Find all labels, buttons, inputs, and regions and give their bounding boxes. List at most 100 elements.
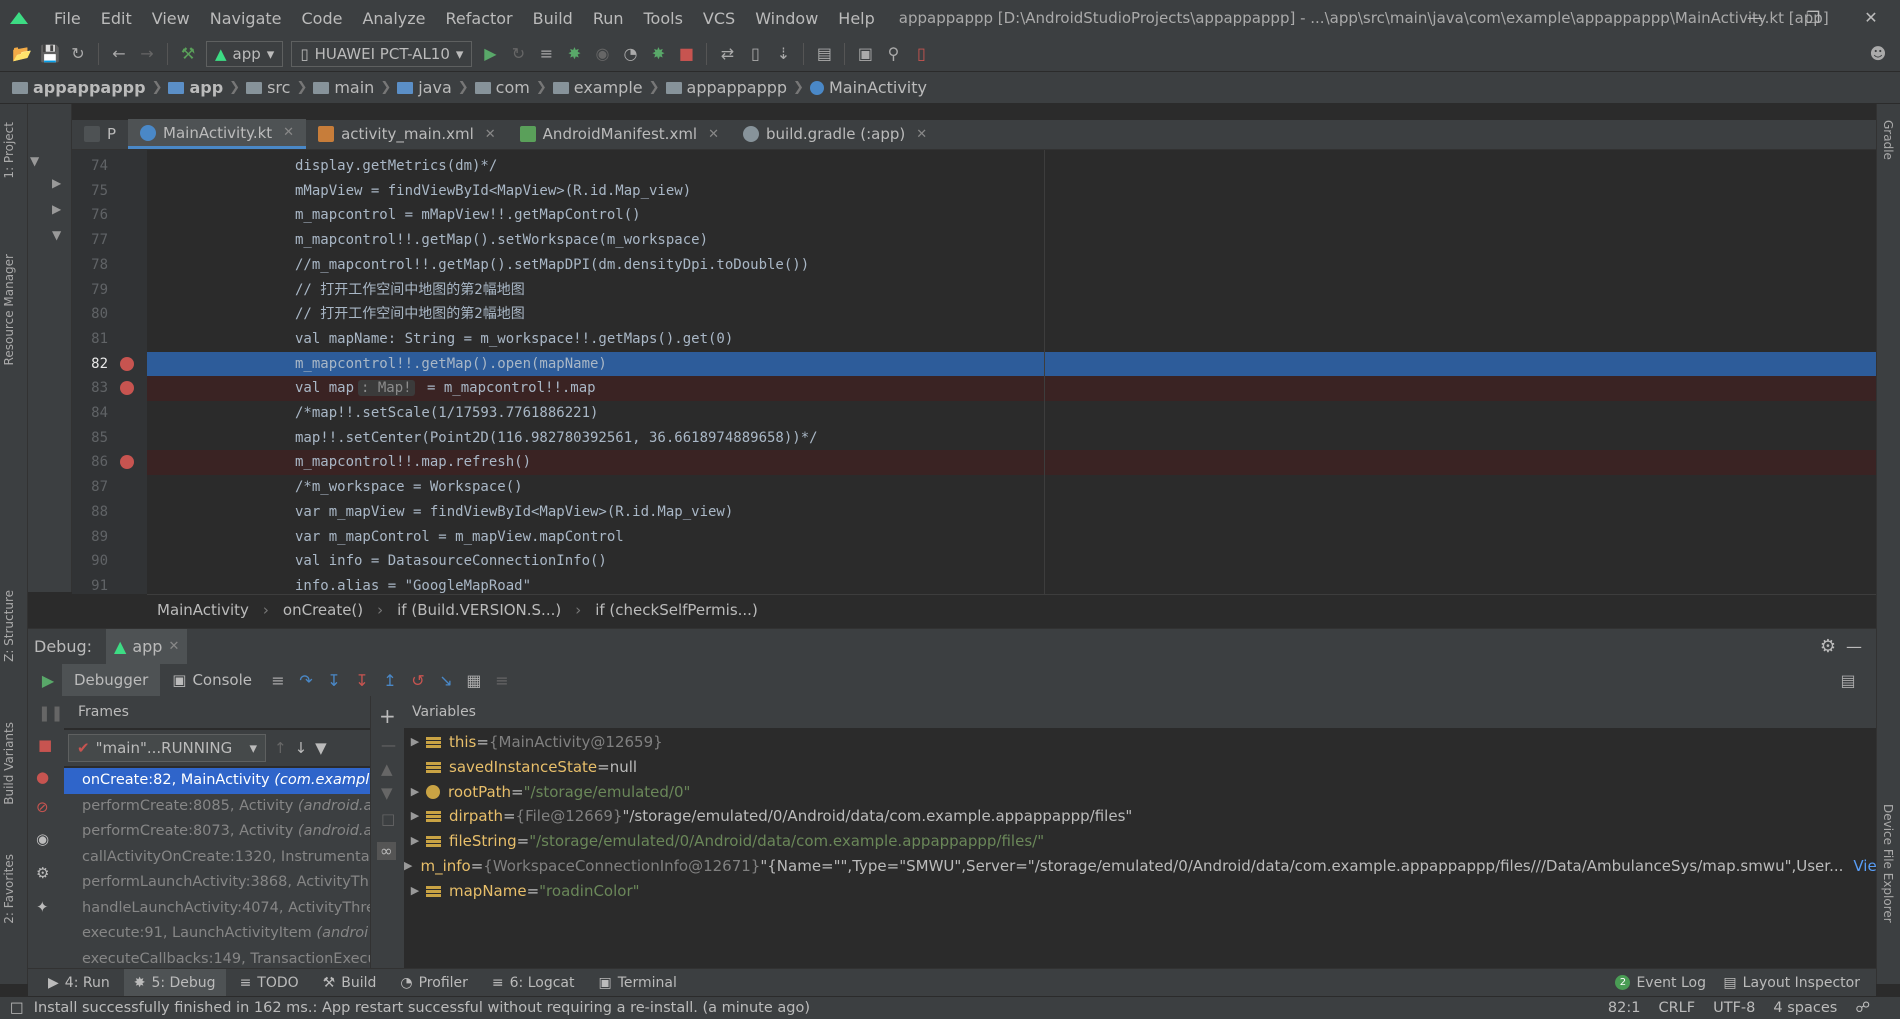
code-line[interactable]: display.getMetrics(dm)*/	[147, 154, 1876, 179]
forward-icon[interactable]: →	[133, 40, 161, 68]
edcrumb-class[interactable]: MainActivity	[157, 601, 249, 619]
mute-breakpoints-icon[interactable]: ⊘	[36, 798, 49, 816]
code-line[interactable]: m_mapcontrol!!.getMap().setWorkspace(m_w…	[147, 228, 1876, 253]
menu-navigate[interactable]: Navigate	[200, 9, 292, 28]
code-line[interactable]: map!!.setCenter(Point2D(116.982780392561…	[147, 426, 1876, 451]
code-line[interactable]: val mapName: String = m_workspace!!.getM…	[147, 327, 1876, 352]
view-link[interactable]: View	[1853, 854, 1876, 879]
code-line[interactable]: val map: Map! = m_mapcontrol!!.map	[147, 376, 1876, 401]
stack-frame[interactable]: onCreate:82, MainActivity (com.exampl	[64, 768, 370, 794]
coverage-icon[interactable]: ◉	[588, 40, 616, 68]
tab-mainactivity[interactable]: MainActivity.kt ✕	[128, 119, 307, 149]
edcrumb-if2[interactable]: if (checkSelfPermis...)	[595, 601, 758, 619]
line-number[interactable]: 82	[78, 356, 108, 372]
code-line[interactable]: /*m_workspace = Workspace()	[147, 475, 1876, 500]
variable-row[interactable]: ▶ mapName = "roadinColor"	[404, 879, 1876, 904]
tab-logcat[interactable]: ≡ 6: Logcat	[482, 969, 585, 997]
tab-terminal[interactable]: ▣ Terminal	[589, 969, 687, 997]
drop-frame-icon[interactable]: ↺	[404, 666, 432, 694]
menu-help[interactable]: Help	[828, 9, 884, 28]
back-icon[interactable]: ←	[105, 40, 133, 68]
menu-file[interactable]: File	[44, 9, 91, 28]
line-number[interactable]: 88	[78, 504, 108, 520]
stop-icon[interactable]: ■	[38, 736, 52, 754]
crumb-java[interactable]: java	[397, 78, 452, 97]
line-number[interactable]: 76	[78, 207, 108, 223]
tab-layout-inspector[interactable]: ▤ Layout Inspector	[1713, 969, 1870, 997]
code-line[interactable]: // 打开工作空间中地图的第2幅地图	[147, 278, 1876, 303]
code-line[interactable]: //m_mapcontrol!!.getMap().setMapDPI(dm.d…	[147, 253, 1876, 278]
file-encoding[interactable]: UTF-8	[1713, 1000, 1755, 1016]
code-line[interactable]: // 打开工作空间中地图的第2幅地图	[147, 302, 1876, 327]
minimize-icon[interactable]: —	[1726, 0, 1784, 36]
menu-run[interactable]: Run	[583, 9, 634, 28]
expand-arrow-icon[interactable]: ▶	[52, 202, 61, 216]
close-tab-icon[interactable]: ✕	[708, 127, 719, 142]
tab-project[interactable]: P	[72, 119, 128, 149]
trace-icon[interactable]: ≡	[488, 666, 516, 694]
variable-row[interactable]: ▶ rootPath = "/storage/emulated/0"	[404, 780, 1876, 805]
code-line[interactable]: val info = DatasourceConnectionInfo()	[147, 549, 1876, 574]
expand-arrow-icon[interactable]: ▶	[404, 829, 426, 854]
menu-vcs[interactable]: VCS	[693, 9, 745, 28]
run-to-cursor-icon[interactable]: ↘	[432, 666, 460, 694]
expand-arrow-icon[interactable]: ▶	[404, 879, 426, 904]
code-line[interactable]: mMapView = findViewById<MapView>(R.id.Ma…	[147, 179, 1876, 204]
line-number[interactable]: 87	[78, 479, 108, 495]
stack-frame[interactable]: executeCallbacks:149, TransactionExecu	[64, 947, 370, 969]
tab-console[interactable]: ▣ Console	[160, 664, 264, 696]
run-config-select[interactable]: ▲ app ▾	[206, 40, 284, 67]
line-number[interactable]: 81	[78, 331, 108, 347]
attach-debugger-icon[interactable]: ✸	[644, 40, 672, 68]
tool-favorites[interactable]: 2: Favorites	[2, 854, 16, 924]
crumb-com[interactable]: com	[474, 78, 530, 97]
open-folder-icon[interactable]: 📂	[8, 40, 36, 68]
tab-manifest[interactable]: AndroidManifest.xml ✕	[508, 119, 731, 149]
line-number[interactable]: 91	[78, 578, 108, 594]
line-number[interactable]: 77	[78, 232, 108, 248]
menu-analyze[interactable]: Analyze	[352, 9, 435, 28]
tab-todo[interactable]: ≡ TODO	[230, 969, 309, 997]
thread-select[interactable]: ✔ "main"...RUNNING ▾	[68, 734, 266, 762]
lock-icon[interactable]: ☍	[1855, 1000, 1870, 1016]
line-number[interactable]: 83	[78, 380, 108, 396]
status-toggle-icon[interactable]: □	[10, 1000, 24, 1016]
expand-arrow-icon[interactable]: ▶	[52, 176, 61, 190]
caret-position[interactable]: 82:1	[1608, 1000, 1641, 1016]
debug-session-tab[interactable]: ▲ app ✕	[106, 628, 188, 665]
close-tab-icon[interactable]: ✕	[283, 125, 294, 140]
terminal-icon[interactable]: ▣	[851, 40, 879, 68]
run-icon[interactable]: ▶	[476, 40, 504, 68]
tab-activity-main[interactable]: activity_main.xml ✕	[306, 119, 508, 149]
view-breakpoints-icon[interactable]: ●	[36, 768, 49, 786]
line-number[interactable]: 79	[78, 282, 108, 298]
menu-tools[interactable]: Tools	[634, 9, 693, 28]
project-structure-icon[interactable]: ▤	[810, 40, 838, 68]
camera-icon[interactable]: ◉	[36, 830, 49, 848]
expand-arrow-icon[interactable]: ▼	[30, 154, 39, 168]
settings-icon[interactable]: ⚙	[36, 864, 49, 882]
tab-profiler[interactable]: ◔ Profiler	[390, 969, 478, 997]
menu-code[interactable]: Code	[292, 9, 353, 28]
expand-arrow-icon[interactable]: ▶	[404, 780, 426, 805]
line-number[interactable]: 74	[78, 158, 108, 174]
gradle-sync-icon[interactable]: ⇄	[713, 40, 741, 68]
tool-device-file-explorer[interactable]: Device File Explorer	[1881, 804, 1895, 923]
close-tab-icon[interactable]: ✕	[168, 639, 179, 654]
menu-build[interactable]: Build	[523, 9, 583, 28]
line-separator[interactable]: CRLF	[1658, 1000, 1695, 1016]
crumb-module[interactable]: app	[168, 78, 223, 97]
tool-project[interactable]: 1: Project	[2, 122, 16, 179]
edcrumb-method[interactable]: onCreate()	[283, 601, 363, 619]
menu-refactor[interactable]: Refactor	[436, 9, 523, 28]
crumb-package[interactable]: appappappp	[665, 78, 787, 97]
expand-arrow-icon[interactable]: ▶	[404, 804, 426, 829]
stop-icon[interactable]: ■	[672, 40, 700, 68]
line-number[interactable]: 80	[78, 306, 108, 322]
step-out-icon[interactable]: ↥	[376, 666, 404, 694]
down-icon[interactable]: ▼	[381, 784, 393, 802]
sync-icon[interactable]: ↻	[64, 40, 92, 68]
variable-row[interactable]: savedInstanceState = null	[404, 755, 1876, 780]
resume-icon[interactable]: ▶	[34, 666, 62, 694]
stack-frame[interactable]: execute:91, LaunchActivityItem (androi	[64, 921, 370, 947]
